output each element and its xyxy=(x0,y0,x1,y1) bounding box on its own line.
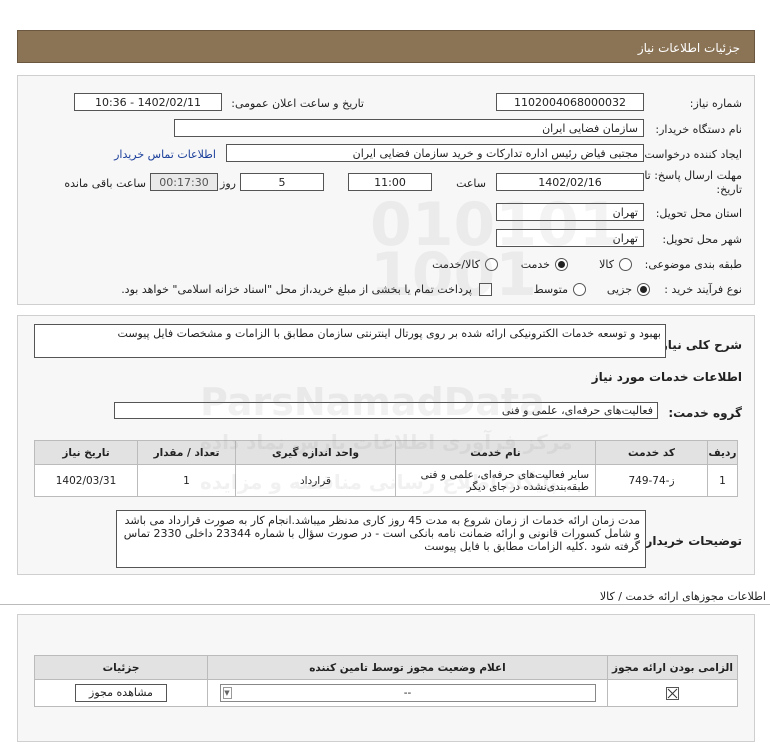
deadline-label-date: تاریخ: xyxy=(716,183,742,196)
col-license-details: جزئیات xyxy=(34,655,208,680)
category-option-goods-service: کالا/خدمت xyxy=(432,258,480,271)
services-panel: شرح کلی نیاز: بهبود و توسعه خدمات الکترو… xyxy=(17,315,755,575)
summary-field: بهبود و توسعه خدمات الکترونیکی ارائه شده… xyxy=(34,324,666,358)
buyer-notes-field: مدت زمان ارائه خدمات از زمان شروع به مدت… xyxy=(116,510,646,568)
buyer-contact-link[interactable]: اطلاعات تماس خریدار xyxy=(114,148,216,161)
col-service-name: نام خدمت xyxy=(395,440,596,465)
province-label: استان محل تحویل: xyxy=(655,207,742,220)
treasury-payment-checkbox[interactable] xyxy=(479,283,492,296)
license-status-value: -- xyxy=(403,687,412,699)
deadline-date-field: 1402/02/16 xyxy=(496,173,644,191)
col-quantity: تعداد / مقدار xyxy=(137,440,236,465)
remaining-label: ساعت باقی مانده xyxy=(64,177,146,190)
category-radio-service[interactable] xyxy=(555,258,568,271)
col-row: ردیف xyxy=(707,440,738,465)
category-label: طبقه بندی موضوعی: xyxy=(644,258,742,271)
category-radio-goods[interactable] xyxy=(619,258,632,271)
buyer-org-field: سازمان فضایی ایران xyxy=(174,119,644,137)
announce-label: تاریخ و ساعت اعلان عمومی: xyxy=(231,97,364,110)
licenses-table: الزامی بودن ارائه مجوز اعلام وضعیت مجوز … xyxy=(34,655,738,707)
creator-field: مجتبی فیاض رئیس اداره تدارکات و خرید ساز… xyxy=(226,144,644,162)
license-required-cell xyxy=(607,679,738,707)
deadline-label: مهلت ارسال پاسخ: تا xyxy=(644,169,742,182)
licenses-section-title: اطلاعات مجوزهای ارائه خدمت / کالا xyxy=(599,590,766,603)
need-number-label: شماره نیاز: xyxy=(689,97,742,110)
category-radio-goods-service[interactable] xyxy=(485,258,498,271)
buyer-notes-label: توضیحات خریدار: xyxy=(640,534,742,548)
license-status-select[interactable]: -- ▼ xyxy=(219,684,596,702)
col-unit: واحد اندازه گیری xyxy=(235,440,396,465)
checked-box-icon xyxy=(666,686,679,700)
treasury-payment-note: پرداخت تمام یا بخشی از مبلغ خرید،از محل … xyxy=(121,283,472,296)
page-header: جزئیات اطلاعات نیاز xyxy=(17,30,755,63)
page-title: جزئیات اطلاعات نیاز xyxy=(637,41,740,55)
days-field: 5 xyxy=(240,173,324,191)
row-number: 1 xyxy=(707,464,738,497)
service-code: ز-74-749 xyxy=(595,464,708,497)
license-status-cell: -- ▼ xyxy=(207,679,608,707)
divider xyxy=(0,604,770,605)
remaining-time-field: 00:17:30 xyxy=(150,173,218,191)
quantity: 1 xyxy=(137,464,236,497)
col-license-status: اعلام وضعیت مجوز توسط تامین کننده xyxy=(207,655,608,680)
need-number-field: 1102004068000032 xyxy=(496,93,644,111)
process-radio-medium[interactable] xyxy=(573,283,586,296)
service-name: سایر فعالیت‌های حرفه‌ای، علمی و فنی طبقه… xyxy=(395,464,596,497)
service-group-label: گروه خدمت: xyxy=(668,406,742,420)
process-option-medium: متوسط xyxy=(533,283,568,296)
process-radio-minor[interactable] xyxy=(637,283,650,296)
service-group-field: فعالیت‌های حرفه‌ای، علمی و فنی xyxy=(114,402,658,419)
services-table-header: ردیف کد خدمت نام خدمت واحد اندازه گیری ت… xyxy=(34,440,738,465)
licenses-panel: الزامی بودن ارائه مجوز اعلام وضعیت مجوز … xyxy=(17,614,755,742)
col-license-required: الزامی بودن ارائه مجوز xyxy=(607,655,738,680)
license-details-cell: مشاهده مجوز xyxy=(34,679,208,707)
unit: قرارداد xyxy=(235,464,396,497)
announce-field: 1402/02/11 - 10:36 xyxy=(74,93,222,111)
need-date: 1402/03/31 xyxy=(34,464,138,497)
city-field: تهران xyxy=(496,229,644,247)
creator-label: ایجاد کننده درخواست: xyxy=(640,148,742,161)
services-table: ردیف کد خدمت نام خدمت واحد اندازه گیری ت… xyxy=(34,440,738,497)
process-option-minor: جزیی xyxy=(606,283,632,296)
buyer-org-label: نام دستگاه خریدار: xyxy=(655,123,742,136)
table-row: 1 ز-74-749 سایر فعالیت‌های حرفه‌ای، علمی… xyxy=(34,464,738,497)
city-label: شهر محل تحویل: xyxy=(662,233,742,246)
summary-label: شرح کلی نیاز: xyxy=(656,338,742,352)
deadline-time-field: 11:00 xyxy=(348,173,432,191)
col-need-date: تاریخ نیاز xyxy=(34,440,138,465)
time-label: ساعت xyxy=(456,177,486,190)
process-label: نوع فرآیند خرید : xyxy=(664,283,742,296)
licenses-table-header: الزامی بودن ارائه مجوز اعلام وضعیت مجوز … xyxy=(34,655,738,680)
category-option-goods: کالا xyxy=(599,258,614,271)
category-option-service: خدمت xyxy=(520,258,550,271)
province-field: تهران xyxy=(496,203,644,221)
view-license-button[interactable]: مشاهده مجوز xyxy=(75,684,167,702)
details-panel: شماره نیاز: 1102004068000032 تاریخ و ساع… xyxy=(17,75,755,305)
table-row: -- ▼ مشاهده مجوز xyxy=(34,679,738,707)
col-service-code: کد خدمت xyxy=(595,440,708,465)
dropdown-arrow-icon: ▼ xyxy=(222,687,232,699)
services-section-title: اطلاعات خدمات مورد نیاز xyxy=(591,370,742,384)
